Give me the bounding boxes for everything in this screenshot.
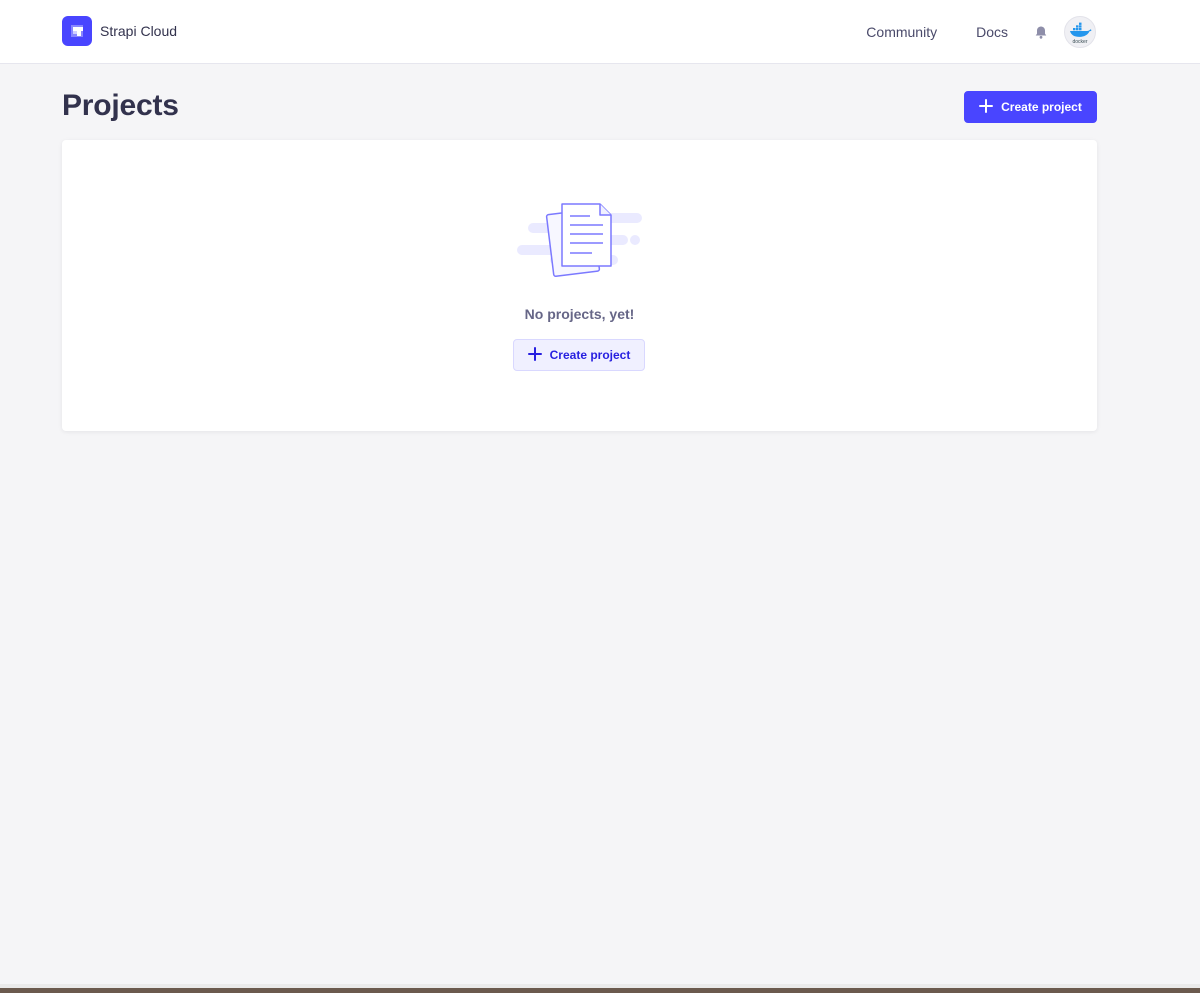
top-navigation-bar: Strapi Cloud Community Docs docker (0, 0, 1200, 64)
page-title: Projects (62, 89, 179, 122)
bell-icon[interactable] (1034, 25, 1048, 39)
create-project-button[interactable]: Create project (964, 91, 1097, 123)
empty-state-message: No projects, yet! (524, 306, 635, 322)
plus-icon (527, 346, 542, 364)
create-project-button-label: Create project (1001, 100, 1082, 114)
user-avatar[interactable]: docker (1064, 16, 1096, 48)
empty-state-create-project-button[interactable]: Create project (513, 339, 645, 371)
empty-state-create-project-button-label: Create project (549, 348, 631, 362)
community-link[interactable]: Community (866, 24, 937, 40)
strapi-logo-icon (62, 16, 92, 46)
brand-link[interactable]: Strapi Cloud (62, 16, 177, 46)
window-bottom-edge (0, 984, 1200, 993)
avatar-text: docker (1072, 39, 1087, 45)
plus-icon (979, 98, 994, 116)
documents-illustration-icon (514, 198, 644, 282)
header-nav: Community Docs docker (866, 0, 1096, 64)
projects-empty-state-card: No projects, yet! Create project (62, 140, 1097, 431)
brand-name: Strapi Cloud (100, 23, 178, 39)
docs-link[interactable]: Docs (976, 24, 1008, 40)
